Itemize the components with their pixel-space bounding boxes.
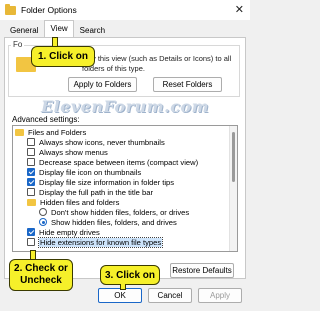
- checkbox-icon[interactable]: [27, 148, 35, 156]
- checkbox-icon[interactable]: [27, 188, 35, 196]
- tab-search[interactable]: Search: [74, 22, 111, 38]
- tree-scrollbar[interactable]: [229, 126, 237, 251]
- title-bar: Folder Options ✕: [0, 0, 250, 20]
- radio-selected-icon[interactable]: [39, 218, 47, 226]
- scrollbar-thumb[interactable]: [232, 132, 235, 182]
- checkbox-display-file-icon[interactable]: Display file icon on thumbnails: [27, 167, 141, 177]
- tab-strip: General View Search: [4, 20, 111, 38]
- radio-show-hidden[interactable]: Show hidden files, folders, and drives: [39, 217, 177, 227]
- folder-views-legend: Fo: [11, 40, 25, 49]
- checkbox-hide-empty-drives[interactable]: Hide empty drives: [27, 227, 100, 237]
- checkbox-hide-extensions[interactable]: Hide extensions for known file types: [27, 236, 164, 248]
- window-title: Folder Options: [21, 5, 77, 15]
- callout-step1: 1. Click on: [31, 46, 95, 67]
- watermark: ElevenForum.com: [40, 97, 210, 116]
- callout-step2-line1: 2. Check or: [14, 263, 68, 274]
- checkbox-always-show-menus[interactable]: Always show menus: [27, 147, 108, 157]
- advanced-settings-tree[interactable]: Files and Folders Always show icons, nev…: [12, 125, 238, 252]
- checkbox-always-show-icons[interactable]: Always show icons, never thumbnails: [27, 137, 165, 147]
- apply-to-folders-button[interactable]: Apply to Folders: [68, 77, 137, 92]
- checkbox-display-full-path[interactable]: Display the full path in the title bar: [27, 187, 153, 197]
- folder-icon: [15, 128, 24, 136]
- checkbox-checked-icon[interactable]: [27, 168, 35, 176]
- checkbox-icon[interactable]: [27, 158, 35, 166]
- folder-icon: [27, 198, 36, 206]
- apply-button[interactable]: Apply: [198, 288, 242, 303]
- callout-step2: 2. Check or Uncheck: [9, 259, 73, 291]
- checkbox-checked-icon[interactable]: [27, 228, 35, 236]
- callout-step2-line2: Uncheck: [20, 275, 62, 286]
- callout-step3: 3. Click on: [100, 265, 160, 285]
- tab-general[interactable]: General: [4, 22, 44, 38]
- tree-folder-files-and-folders: Files and Folders: [15, 127, 86, 137]
- radio-dont-show-hidden[interactable]: Don't show hidden files, folders, or dri…: [39, 207, 189, 217]
- folder-views-description: pply this view (such as Details or Icons…: [82, 54, 232, 73]
- restore-defaults-button[interactable]: Restore Defaults: [170, 263, 234, 278]
- callout-arrow-down: [120, 284, 126, 290]
- folder-icon: [5, 3, 16, 15]
- tree-folder-hidden-files: Hidden files and folders: [27, 197, 119, 207]
- close-icon[interactable]: ✕: [235, 3, 244, 16]
- checkbox-icon[interactable]: [27, 138, 35, 146]
- ok-button[interactable]: OK: [98, 288, 142, 303]
- checkbox-display-file-size[interactable]: Display file size information in folder …: [27, 177, 174, 187]
- radio-icon[interactable]: [39, 208, 47, 216]
- cancel-button[interactable]: Cancel: [148, 288, 192, 303]
- checkbox-checked-icon[interactable]: [27, 178, 35, 186]
- advanced-settings-label: Advanced settings:: [12, 115, 80, 124]
- checkbox-decrease-space[interactable]: Decrease space between items (compact vi…: [27, 157, 198, 167]
- tab-view[interactable]: View: [44, 20, 74, 38]
- reset-folders-button[interactable]: Reset Folders: [153, 77, 222, 92]
- checkbox-icon[interactable]: [27, 238, 35, 246]
